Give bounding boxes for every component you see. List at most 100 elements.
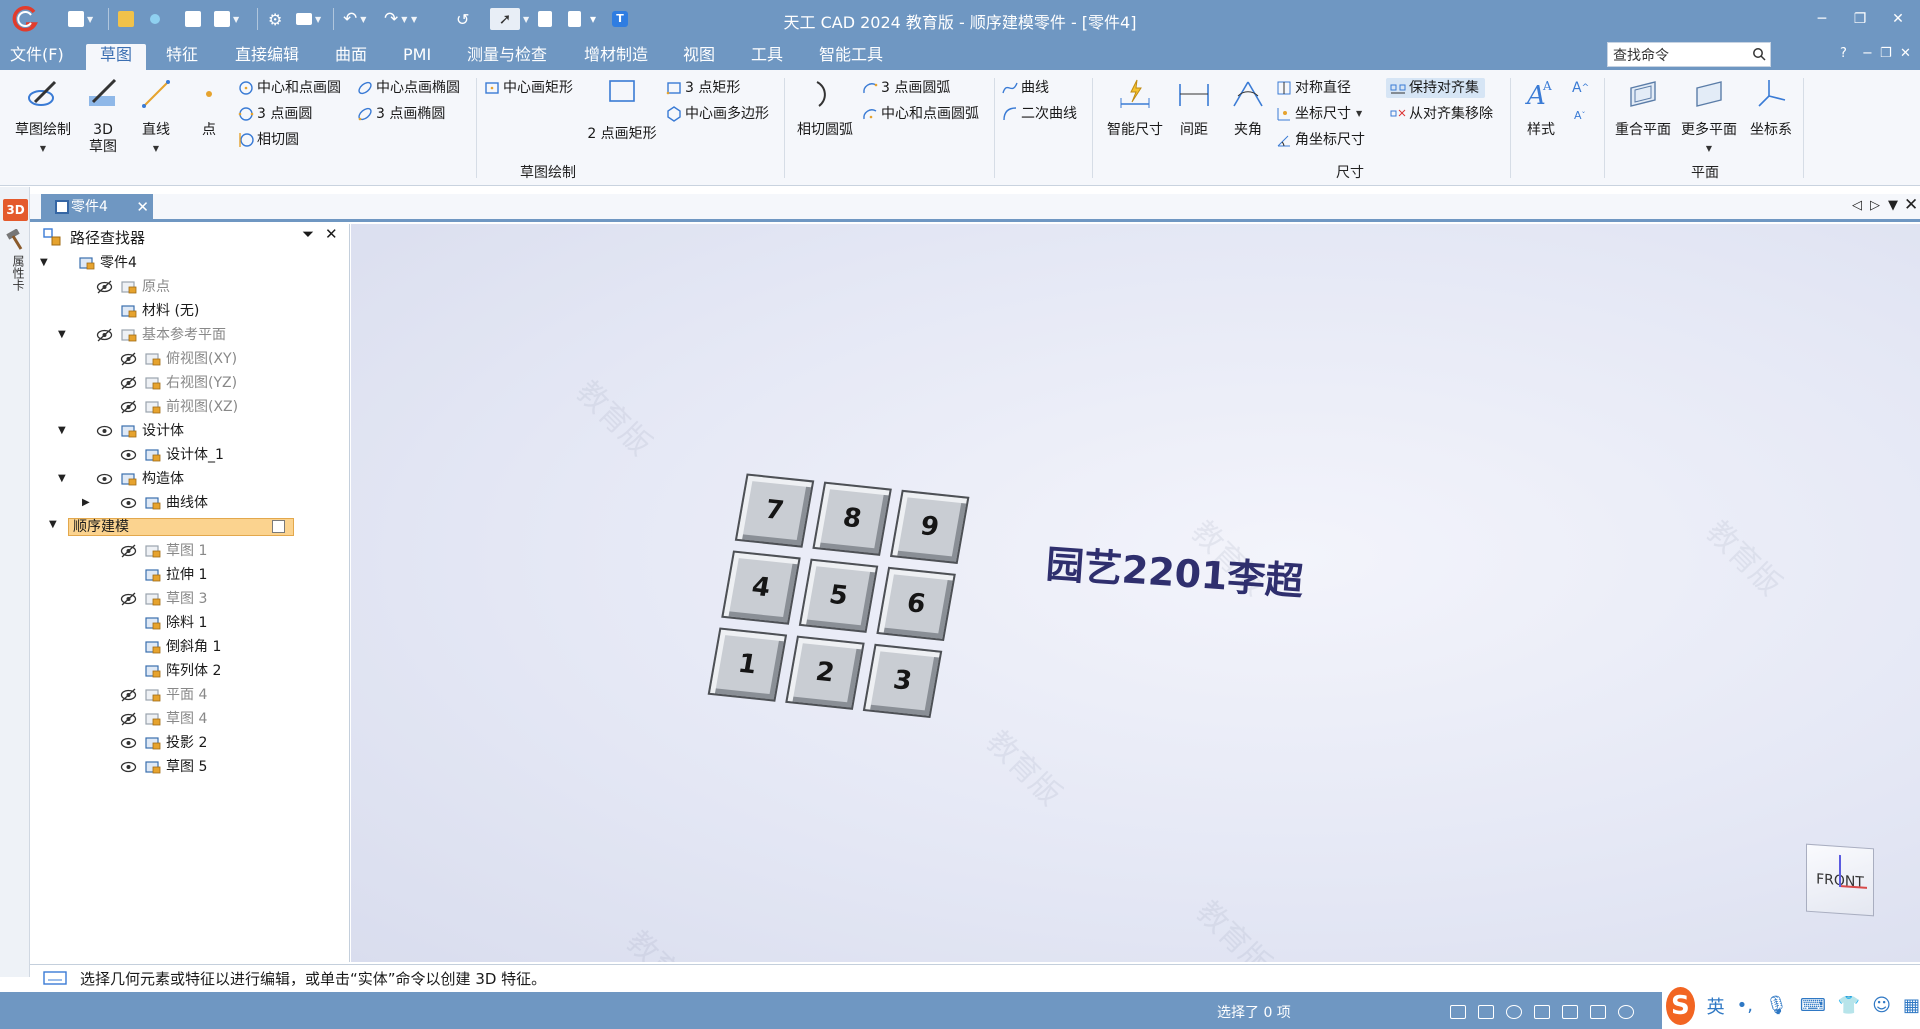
- style-button[interactable]: AA 样式: [1516, 76, 1566, 139]
- remove-from-alignment-set-button[interactable]: 从对齐集移除: [1390, 104, 1493, 124]
- pan-icon[interactable]: [1534, 1005, 1550, 1019]
- tab-tools[interactable]: 工具: [751, 44, 783, 66]
- hidden-eye-icon[interactable]: [120, 544, 137, 558]
- keypad-model[interactable]: 7 8 9 4 5 6 1 2 3: [707, 473, 976, 724]
- collapse-icon[interactable]: ▼: [58, 324, 72, 346]
- distance-button[interactable]: 间距: [1172, 76, 1216, 139]
- tree-node[interactable]: 设计体_1: [82, 444, 330, 466]
- zoom-icon[interactable]: [1506, 1005, 1522, 1019]
- keep-alignment-set-button[interactable]: 保持对齐集: [1386, 78, 1485, 98]
- tab-scroll-left-icon[interactable]: ◁: [1852, 198, 1862, 213]
- two-point-rectangle-button[interactable]: 2 点画矩形: [582, 78, 662, 143]
- restore-button[interactable]: ❐: [1845, 6, 1875, 32]
- render-style-icon[interactable]: [1618, 1005, 1634, 1019]
- collapse-icon[interactable]: ▼: [49, 517, 63, 533]
- command-search-input[interactable]: 查找命令: [1607, 42, 1771, 67]
- save-icon[interactable]: [185, 8, 201, 30]
- key-8[interactable]: 8: [812, 481, 892, 556]
- ime-menu-icon[interactable]: ▦: [1903, 995, 1920, 1016]
- tab-additive[interactable]: 增材制造: [584, 44, 648, 66]
- tangent-circle-button[interactable]: 相切圆: [238, 130, 299, 150]
- ime-skin-icon[interactable]: 👕: [1838, 995, 1860, 1016]
- symmetric-diameter-button[interactable]: 对称直径: [1276, 78, 1351, 98]
- ribbon-restore-button[interactable]: ❐: [1880, 46, 1892, 61]
- coincident-plane-button[interactable]: 重合平面: [1612, 76, 1674, 139]
- path-finder-close-icon[interactable]: ✕: [325, 225, 338, 243]
- coordinate-dimension-dropdown-icon[interactable]: ▼: [1356, 104, 1362, 124]
- tree-node[interactable]: ▼ 构造体: [58, 468, 330, 490]
- increase-font-button[interactable]: A ^: [1572, 78, 1589, 98]
- tab-surface[interactable]: 曲面: [335, 44, 367, 66]
- print-icon[interactable]: ▼: [296, 8, 321, 30]
- hidden-eye-icon[interactable]: [120, 592, 137, 606]
- center-point-arc-button[interactable]: 中心和点画圆弧: [862, 104, 979, 124]
- fit-view-icon[interactable]: [1450, 1005, 1466, 1019]
- 3d-mode-badge[interactable]: 3D: [3, 199, 28, 221]
- tab-measure[interactable]: 测量与检查: [467, 44, 547, 66]
- hidden-eye-icon[interactable]: [120, 688, 137, 702]
- zoom-area-icon[interactable]: [1478, 1005, 1494, 1019]
- 3d-viewport[interactable]: 教育版 教育版 教育版 教育版 教育版 教育版 7 8 9 4 5 6 1 2 …: [351, 224, 1920, 962]
- tree-node[interactable]: 草图 3: [82, 588, 330, 610]
- tree-node[interactable]: 平面 4: [82, 684, 330, 706]
- tab-part4[interactable]: 零件4 ✕: [41, 194, 153, 220]
- tree-node[interactable]: 右视图(YZ): [82, 372, 330, 394]
- checkbox-icon[interactable]: [272, 520, 285, 533]
- projected-model-text[interactable]: 园艺2201李超: [1044, 533, 1305, 606]
- view-cube[interactable]: FRONT: [1806, 843, 1874, 917]
- tree-node[interactable]: 草图 4: [82, 708, 330, 730]
- sketch-draw-button[interactable]: 草图绘制 ▼: [10, 76, 76, 155]
- ime-punctuation-icon[interactable]: •,: [1737, 995, 1753, 1016]
- hidden-eye-icon[interactable]: [120, 712, 137, 726]
- curve-button[interactable]: 曲线: [1002, 78, 1049, 98]
- decrease-font-button[interactable]: Aˇ: [1574, 106, 1586, 126]
- center-ellipse-button[interactable]: 中心点画椭圆: [357, 78, 460, 98]
- recent-icon[interactable]: [150, 8, 160, 30]
- tab-scroll-right-icon[interactable]: ▷: [1870, 198, 1880, 213]
- key-2[interactable]: 2: [785, 635, 865, 710]
- tab-smart-tools[interactable]: 智能工具: [819, 44, 883, 66]
- repeat-icon[interactable]: ↺: [456, 8, 469, 30]
- filter-icon[interactable]: ▾: [590, 8, 596, 30]
- text-tool-icon[interactable]: T: [612, 8, 628, 30]
- view-orientation-icon[interactable]: [1590, 1005, 1606, 1019]
- hidden-eye-icon[interactable]: [120, 376, 137, 390]
- ribbon-minimize-button[interactable]: −: [1862, 46, 1873, 61]
- visible-eye-icon[interactable]: [120, 736, 137, 750]
- settings-icon[interactable]: ⚙: [268, 8, 282, 30]
- angle-button[interactable]: 夹角: [1226, 76, 1270, 139]
- tab-direct-edit[interactable]: 直接编辑: [235, 44, 299, 66]
- hammer-icon[interactable]: [5, 229, 25, 251]
- hidden-eye-icon[interactable]: [120, 352, 137, 366]
- search-icon[interactable]: [1752, 47, 1766, 61]
- center-point-circle-button[interactable]: 中心和点画圆: [238, 78, 341, 98]
- visible-eye-icon[interactable]: [96, 472, 113, 486]
- property-card-tab[interactable]: 属性卡: [8, 255, 25, 291]
- visible-eye-icon[interactable]: [120, 760, 137, 774]
- ime-language-toggle[interactable]: 英: [1707, 993, 1725, 1019]
- tab-pmi[interactable]: PMI: [403, 44, 431, 66]
- select-tool-dropdown-icon[interactable]: ▼: [520, 8, 529, 30]
- more-planes-button[interactable]: 更多平面 ▼: [1678, 76, 1740, 155]
- ime-keyboard-icon[interactable]: ⌨: [1800, 995, 1826, 1016]
- angular-coordinate-dimension-button[interactable]: 角坐标尺寸: [1276, 130, 1365, 150]
- sogou-ime-logo[interactable]: S: [1666, 986, 1695, 1025]
- collapse-icon[interactable]: ▼: [40, 252, 54, 274]
- tree-node[interactable]: ▼ 顺序建模: [49, 518, 294, 536]
- key-7[interactable]: 7: [734, 473, 815, 548]
- tangent-arc-button[interactable]: 相切圆弧: [794, 76, 856, 139]
- tree-node[interactable]: 阵列体 2: [82, 660, 330, 682]
- hidden-eye-icon[interactable]: [120, 400, 137, 414]
- key-5[interactable]: 5: [798, 558, 879, 633]
- three-point-circle-button[interactable]: 3 点画圆: [238, 104, 312, 124]
- view-icon[interactable]: [538, 8, 552, 30]
- new-file-icon[interactable]: ▼: [68, 8, 93, 30]
- three-point-arc-button[interactable]: 3 点画圆弧: [862, 78, 950, 98]
- tree-node[interactable]: 草图 1: [82, 540, 330, 562]
- tree-node[interactable]: 除料 1: [82, 612, 330, 634]
- key-6[interactable]: 6: [876, 566, 956, 641]
- select-tool-icon[interactable]: ➚: [490, 8, 520, 30]
- visible-eye-icon[interactable]: [120, 496, 137, 510]
- tree-node[interactable]: 材料 (无): [58, 300, 330, 322]
- conic-curve-button[interactable]: 二次曲线: [1002, 104, 1077, 124]
